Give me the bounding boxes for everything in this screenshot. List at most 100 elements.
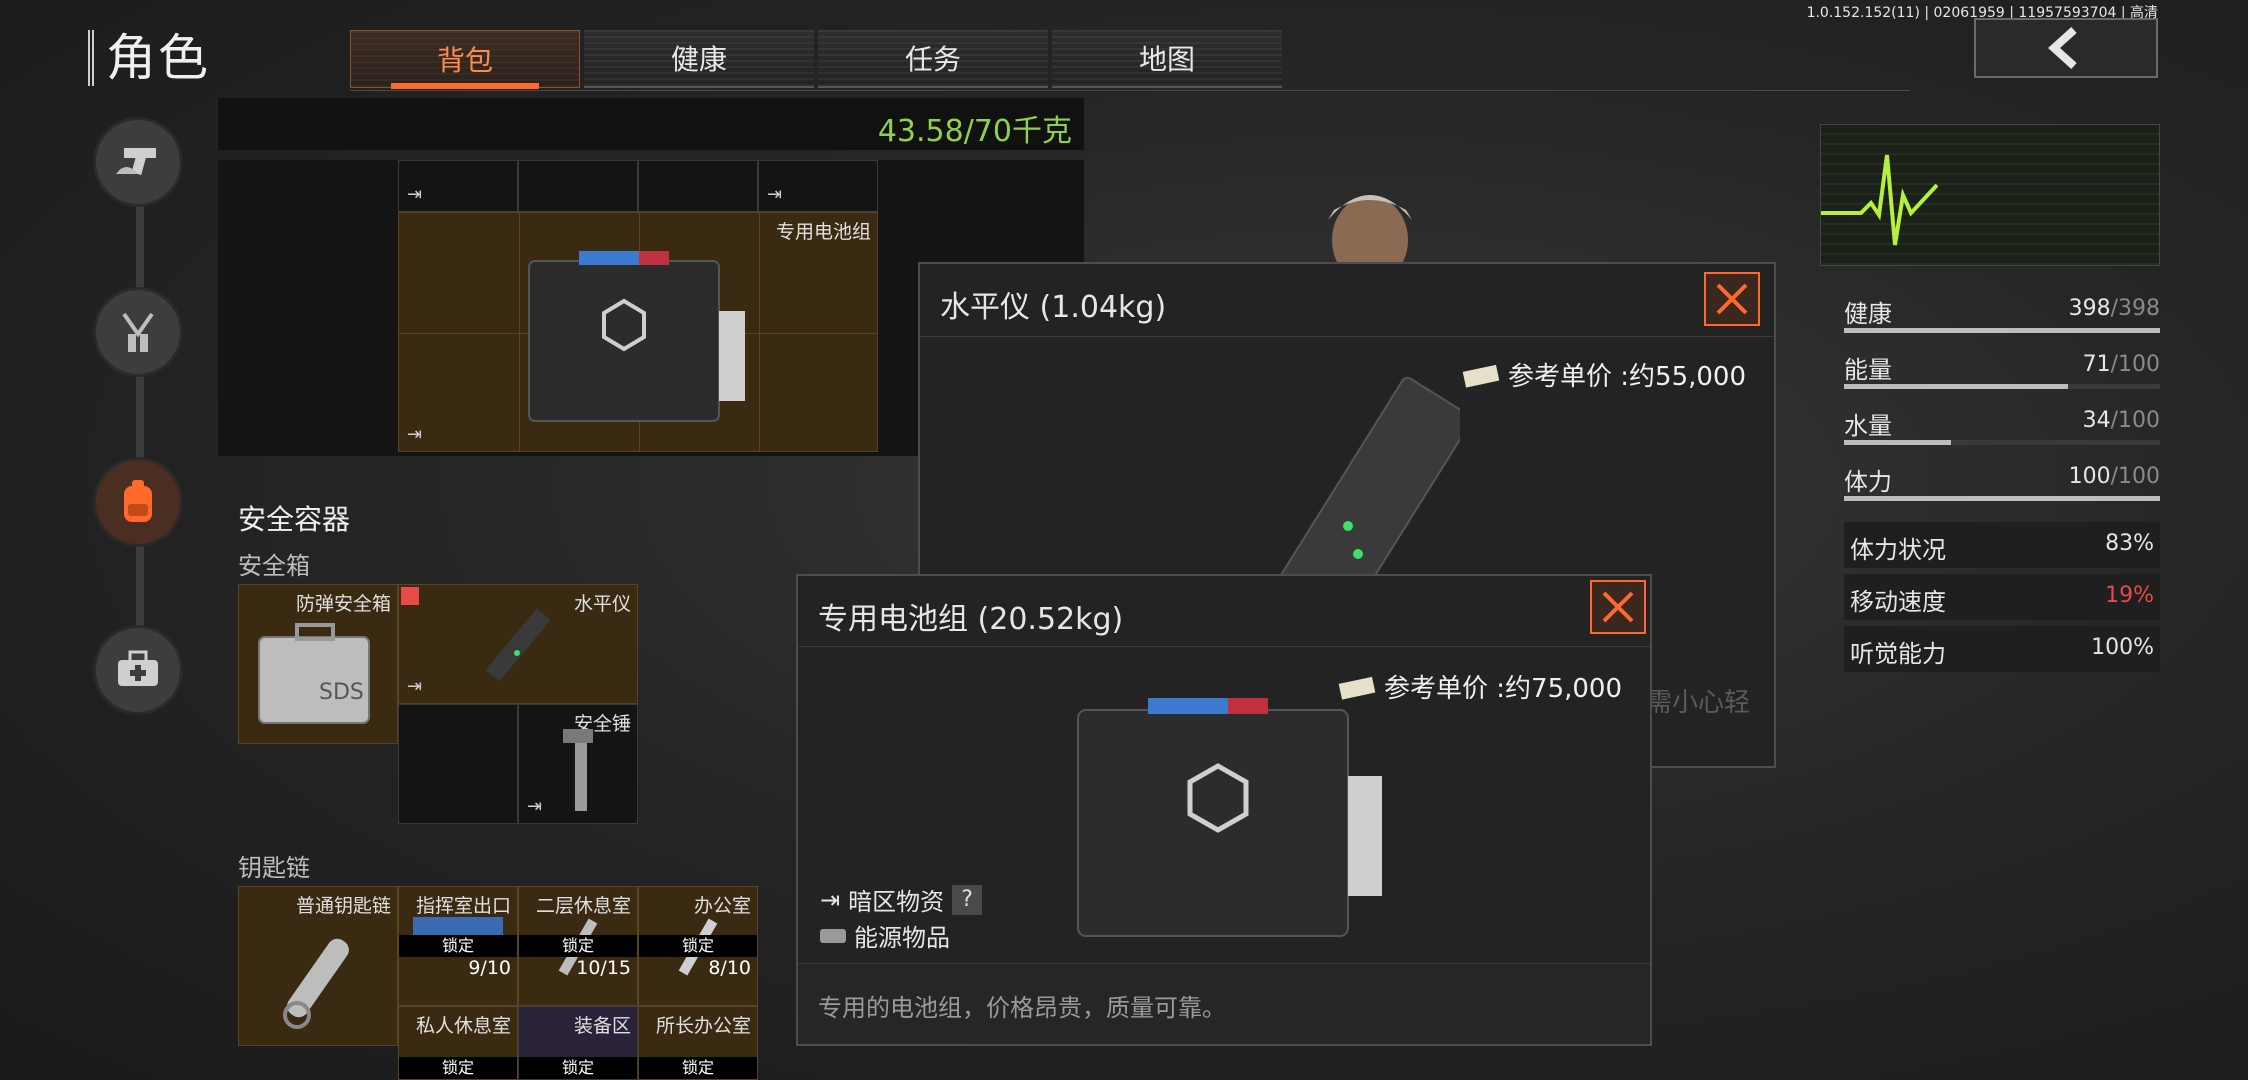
pistol-helmet-icon [116, 148, 156, 175]
sidebar-item-rig[interactable] [96, 290, 180, 374]
key-item[interactable]: 所长办公室 锁定 [638, 1006, 758, 1080]
item-description: 专用的电池组，价格昂贵，质量可靠。 [798, 963, 1650, 1044]
stat-energy: 能量 71/100 [1844, 350, 2160, 389]
item-label: 防弹安全箱 [295, 593, 391, 615]
energy-tag-icon [820, 928, 846, 943]
condition-stamina: 体力状况 83% [1844, 522, 2160, 568]
close-icon [1716, 283, 1748, 315]
item-label: 指挥室出口 [415, 895, 511, 917]
exit-icon: ⇥ [820, 885, 841, 914]
stat-health: 健康 398/398 [1844, 294, 2160, 333]
tag-energy: 能源物品 [820, 918, 950, 953]
lock-label: 锁定 [639, 1057, 757, 1079]
exit-icon: ⇥ [407, 676, 423, 697]
item-label: 专用电池组 [775, 221, 871, 243]
keychain-item[interactable]: 普通钥匙链 [238, 886, 398, 1046]
item-label: 普通钥匙链 [295, 895, 391, 917]
tag-dark-zone: ⇥ 暗区物资 ? [820, 882, 983, 917]
tab-tasks[interactable]: 任务 [818, 30, 1048, 88]
backpack-icon [124, 480, 152, 522]
help-icon[interactable]: ? [952, 884, 983, 915]
key-count: 10/15 [576, 957, 631, 979]
stat-value: 100/100 [2068, 464, 2160, 489]
case-icon: SDS [258, 623, 370, 724]
back-button[interactable] [1974, 18, 2158, 78]
sidebar-rail [136, 160, 144, 680]
stat-bar [1844, 328, 2160, 333]
stat-value: 71/100 [2082, 352, 2160, 377]
grid-cell[interactable]: ⇥ [398, 160, 518, 212]
item-label: 水平仪 [573, 593, 631, 615]
stat-value: 34/100 [2082, 408, 2160, 433]
battery-pack-image [1077, 698, 1382, 937]
battery-detail-popup: 专用电池组 (20.52kg) 参考单价 :约75,000 ⇥ 暗区物资 ? 能… [796, 574, 1652, 1046]
key-count: 8/10 [708, 957, 751, 979]
lock-label: 锁定 [519, 1057, 637, 1079]
heart-monitor [1820, 124, 2160, 266]
safety-hammer-item[interactable]: 安全锤 ⇥ [518, 704, 638, 824]
stat-label: 体力 [1844, 468, 1892, 496]
stat-label: 健康 [1844, 300, 1892, 328]
close-button[interactable] [1704, 272, 1760, 326]
tab-bar: 背包 健康 任务 地图 [350, 30, 1286, 89]
lock-label: 锁定 [519, 935, 637, 957]
stat-bar [1844, 384, 2160, 389]
exit-icon: ⇥ [767, 184, 783, 205]
chevron-left-icon [2048, 27, 2077, 69]
grid-cell[interactable] [398, 704, 518, 824]
price-text: 参考单价 :约75,000 [1384, 674, 1622, 704]
safe-container-title: 安全容器 [238, 503, 351, 536]
price-text: 参考单价 :约55,000 [1508, 362, 1746, 392]
lock-label: 锁定 [399, 1057, 517, 1079]
lock-label: 锁定 [399, 935, 517, 957]
key-item[interactable]: 私人休息室 锁定 [398, 1006, 518, 1080]
condition-hearing: 听觉能力 100% [1844, 626, 2160, 672]
sidebar-item-medkit[interactable] [96, 628, 180, 712]
grid-cell[interactable]: ⇥ [758, 160, 878, 212]
page-title: 角色 [88, 30, 210, 86]
battery-pack-item[interactable]: 专用电池组 ⇥ [398, 212, 878, 452]
item-label: 装备区 [573, 1015, 631, 1037]
item-label: 二层休息室 [535, 895, 631, 917]
sidebar-item-equipment[interactable] [96, 120, 180, 204]
safe-box-title: 安全箱 [238, 552, 310, 580]
tab-health[interactable]: 健康 [584, 30, 814, 88]
tab-map[interactable]: 地图 [1052, 30, 1282, 88]
exit-icon: ⇥ [527, 796, 543, 817]
condition-label: 听觉能力 [1850, 640, 1946, 668]
rig-icon [122, 312, 154, 352]
lock-label: 锁定 [639, 935, 757, 957]
keychain-icon [283, 938, 349, 1029]
stat-bar [1844, 440, 2160, 445]
price-row: 参考单价 :约55,000 [1462, 356, 1746, 393]
popup-title: 专用电池组 (20.52kg) [818, 602, 1124, 637]
heartbeat-icon [1821, 154, 1939, 246]
weight-text: 43.58/70千克 [877, 114, 1072, 149]
close-button[interactable] [1590, 580, 1646, 634]
popup-title: 水平仪 (1.04kg) [940, 290, 1167, 325]
grid-cell[interactable] [638, 160, 758, 212]
stat-water: 水量 34/100 [1844, 406, 2160, 445]
description-text: 专用的电池组，价格昂贵，质量可靠。 [818, 994, 1226, 1022]
key-item[interactable]: 指挥室出口 9/10 锁定 [398, 886, 518, 1006]
sidebar-item-backpack[interactable] [96, 460, 180, 544]
condition-move-speed: 移动速度 19% [1844, 574, 2160, 620]
key-item[interactable]: 办公室 8/10 锁定 [638, 886, 758, 1006]
spirit-level-icon [485, 608, 551, 682]
stat-bar [1844, 496, 2160, 501]
battery-pack-icon [528, 251, 745, 422]
key-item[interactable]: 二层休息室 10/15 锁定 [518, 886, 638, 1006]
close-icon [1602, 591, 1634, 623]
condition-value: 100% [2091, 635, 2154, 660]
level-item[interactable]: 水平仪 ⇥ [398, 584, 638, 704]
marker-icon [401, 587, 419, 605]
stat-label: 水量 [1844, 412, 1892, 440]
key-item[interactable]: 装备区 锁定 [518, 1006, 638, 1080]
header-divider [350, 90, 1910, 91]
tab-backpack[interactable]: 背包 [350, 30, 580, 89]
armored-safe-case[interactable]: 防弹安全箱 SDS [238, 584, 398, 744]
condition-label: 体力状况 [1850, 536, 1946, 564]
grid-cell[interactable] [518, 160, 638, 212]
tag-label: 能源物品 [854, 924, 950, 952]
key-count: 9/10 [468, 957, 511, 979]
